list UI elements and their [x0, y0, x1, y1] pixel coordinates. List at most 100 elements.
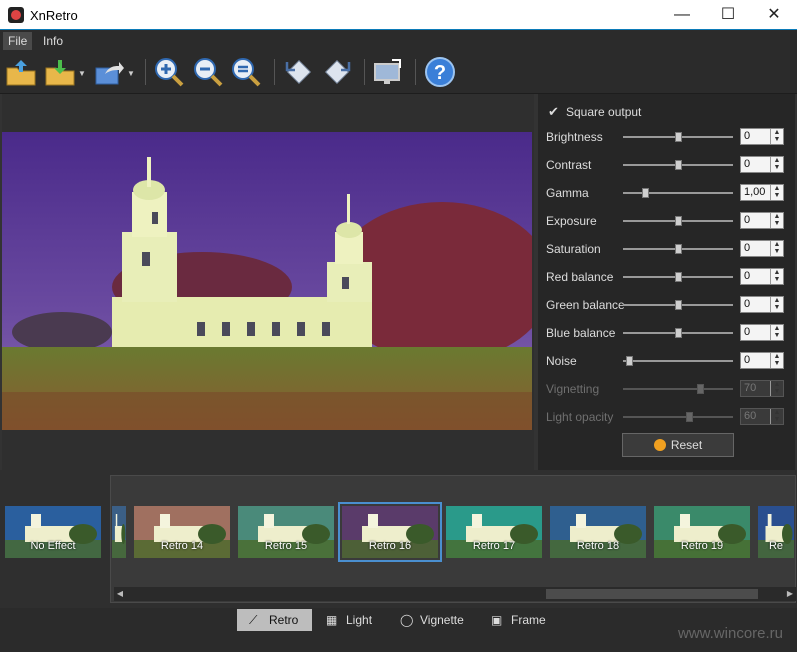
- tab-light[interactable]: ▦ Light: [314, 609, 386, 631]
- brightness-slider[interactable]: [623, 132, 733, 142]
- blue-balance-slider[interactable]: [623, 328, 733, 338]
- saturation-slider[interactable]: [623, 244, 733, 254]
- spin-arrows-icon[interactable]: ▲ ▼: [770, 241, 783, 256]
- maximize-button[interactable]: ☐: [705, 0, 751, 30]
- brightness-spinbox[interactable]: 0 ▲ ▼: [740, 128, 784, 145]
- preset-thumbnail[interactable]: Retro 17: [446, 506, 542, 558]
- exposure-slider[interactable]: [623, 216, 733, 226]
- spin-arrows-icon[interactable]: ▲ ▼: [770, 129, 783, 144]
- slider-row-noise: Noise 0 ▲ ▼: [538, 350, 795, 372]
- menu-info[interactable]: Info: [38, 32, 68, 50]
- spin-arrows-icon: ▲ ▼: [770, 409, 783, 424]
- spin-arrows-icon[interactable]: ▲ ▼: [770, 297, 783, 312]
- horizontal-scrollbar[interactable]: ◀ ▶: [114, 587, 796, 601]
- green-balance-spinbox[interactable]: 0 ▲ ▼: [740, 296, 784, 313]
- green-balance-slider-thumb[interactable]: [675, 300, 682, 310]
- rotate-left-icon[interactable]: [283, 56, 315, 88]
- slider-row-brightness: Brightness 0 ▲ ▼: [538, 126, 795, 148]
- tab-vignette[interactable]: ◯ Vignette: [388, 609, 477, 631]
- saturation-label: Saturation: [546, 242, 601, 256]
- exposure-label: Exposure: [546, 214, 597, 228]
- gamma-spinbox[interactable]: 1,00 ▲ ▼: [740, 184, 784, 201]
- gamma-slider-thumb[interactable]: [642, 188, 649, 198]
- gamma-slider[interactable]: [623, 188, 733, 198]
- square-output-label: Square output: [566, 105, 642, 119]
- slider-row-red-balance: Red balance 0 ▲ ▼: [538, 266, 795, 288]
- reset-button[interactable]: Reset: [622, 433, 734, 457]
- vignetting-spinbox: 70 ▲ ▼: [740, 380, 784, 397]
- toolbar-separator: [274, 59, 275, 85]
- preset-thumbnail[interactable]: Retro 14: [134, 506, 230, 558]
- rotate-right-icon[interactable]: [321, 56, 353, 88]
- spin-arrows-icon[interactable]: ▲ ▼: [770, 353, 783, 368]
- preset-label: Retro 18: [576, 540, 620, 552]
- preset-label: Retro 16: [368, 540, 412, 552]
- spin-arrows-icon[interactable]: ▲ ▼: [770, 269, 783, 284]
- image-canvas[interactable]: [2, 94, 534, 470]
- workspace: ✔ Square output Brightness 0 ▲ ▼ Contrast 0 ▲ ▼…: [0, 94, 797, 470]
- save-icon[interactable]: [44, 56, 76, 88]
- exposure-slider-thumb[interactable]: [675, 216, 682, 226]
- blue-balance-spinbox[interactable]: 0 ▲ ▼: [740, 324, 784, 341]
- share-icon[interactable]: [93, 56, 125, 88]
- close-button[interactable]: ✕: [751, 0, 797, 30]
- preset-thumbnail[interactable]: Retro 19: [654, 506, 750, 558]
- saturation-value: 0: [744, 242, 751, 254]
- blue-balance-label: Blue balance: [546, 326, 616, 340]
- brightness-slider-thumb[interactable]: [675, 132, 682, 142]
- menu-file[interactable]: File: [3, 32, 33, 50]
- red-balance-slider[interactable]: [623, 272, 733, 282]
- red-balance-slider-thumb[interactable]: [675, 272, 682, 282]
- title-bar: XnRetro — ☐ ✕: [0, 0, 797, 30]
- open-icon[interactable]: [5, 56, 37, 88]
- fullscreen-icon[interactable]: [372, 56, 404, 88]
- preset-thumbnail[interactable]: Re: [758, 506, 794, 558]
- preset-thumbnail[interactable]: Retro 18: [550, 506, 646, 558]
- blue-balance-value: 0: [744, 326, 751, 338]
- brightness-label: Brightness: [546, 130, 603, 144]
- square-output-checkbox[interactable]: ✔: [548, 105, 560, 118]
- spin-arrows-icon[interactable]: ▲ ▼: [770, 325, 783, 340]
- exposure-spinbox[interactable]: 0 ▲ ▼: [740, 212, 784, 229]
- contrast-slider[interactable]: [623, 160, 733, 170]
- scroll-left-arrow-icon[interactable]: ◀: [114, 587, 126, 601]
- preset-thumbnail[interactable]: Retro 15: [238, 506, 334, 558]
- zoom-fit-icon[interactable]: [230, 56, 262, 88]
- zoom-out-icon[interactable]: [192, 56, 224, 88]
- help-icon[interactable]: ?: [424, 56, 456, 88]
- vignetting-value: 70: [744, 382, 757, 394]
- tab-retro[interactable]: ⟋ Retro: [237, 609, 312, 631]
- svg-text:?: ?: [434, 62, 446, 84]
- contrast-value: 0: [744, 158, 751, 170]
- saturation-slider-thumb[interactable]: [675, 244, 682, 254]
- contrast-spinbox[interactable]: 0 ▲ ▼: [740, 156, 784, 173]
- toolbar-separator: [364, 59, 365, 85]
- saturation-spinbox[interactable]: 0 ▲ ▼: [740, 240, 784, 257]
- spin-arrows-icon[interactable]: ▲ ▼: [770, 213, 783, 228]
- slider-row-blue-balance: Blue balance 0 ▲ ▼: [538, 322, 795, 344]
- save-dropdown-icon[interactable]: ▼: [78, 69, 86, 78]
- preset-thumbnail[interactable]: No Effect: [5, 506, 101, 558]
- zoom-in-icon[interactable]: [153, 56, 185, 88]
- tab-label: Vignette: [420, 613, 464, 627]
- contrast-slider-thumb[interactable]: [675, 160, 682, 170]
- preset-thumbnail[interactable]: [112, 506, 126, 558]
- contrast-label: Contrast: [546, 158, 592, 172]
- noise-spinbox[interactable]: 0 ▲ ▼: [740, 352, 784, 369]
- toolbar-separator: [415, 59, 416, 85]
- minimize-button[interactable]: —: [659, 0, 705, 30]
- preset-thumbnail[interactable]: Retro 16: [338, 502, 442, 562]
- vignetting-label: Vignetting: [546, 382, 600, 396]
- noise-slider[interactable]: [623, 356, 733, 366]
- noise-slider-thumb[interactable]: [625, 356, 633, 366]
- tab-frame[interactable]: ▣ Frame: [479, 609, 557, 631]
- scrollbar-thumb[interactable]: [546, 589, 758, 599]
- spin-arrows-icon[interactable]: ▲ ▼: [770, 185, 783, 200]
- blue-balance-slider-thumb[interactable]: [675, 328, 682, 338]
- share-dropdown-icon[interactable]: ▼: [127, 69, 135, 78]
- scroll-right-arrow-icon[interactable]: ▶: [784, 587, 796, 601]
- spin-arrows-icon[interactable]: ▲ ▼: [770, 157, 783, 172]
- green-balance-slider[interactable]: [623, 300, 733, 310]
- red-balance-spinbox[interactable]: 0 ▲ ▼: [740, 268, 784, 285]
- preset-label: Retro 15: [264, 540, 308, 552]
